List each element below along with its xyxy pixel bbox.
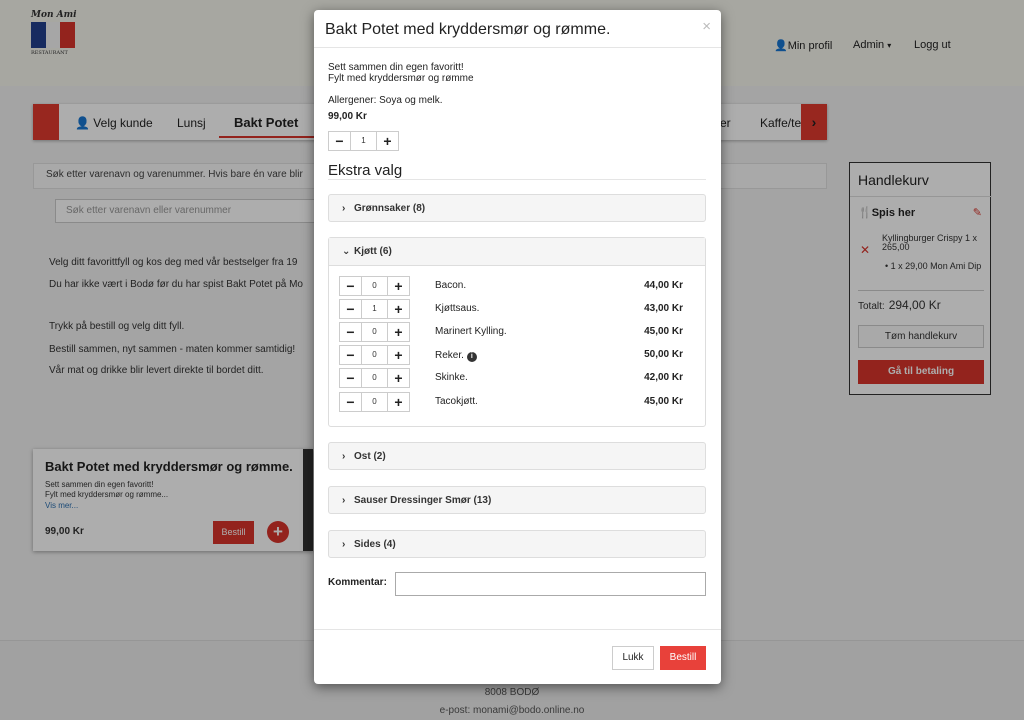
option-stepper: − 0 +	[339, 276, 410, 296]
decrease-button[interactable]: −	[339, 276, 362, 296]
quantity-value[interactable]: 0	[362, 276, 387, 296]
increase-button[interactable]: +	[387, 322, 410, 342]
decrease-button[interactable]: −	[339, 322, 362, 342]
option-row: − 0 + Tacokjøtt. 45,00 Kr	[329, 392, 705, 412]
quantity-value[interactable]: 0	[362, 392, 387, 412]
modal-header: Bakt Potet med kryddersmør og rømme. ×	[314, 10, 721, 48]
allergens-text: Allergener: Soya og melk.	[328, 95, 443, 106]
increase-button[interactable]: +	[387, 299, 410, 319]
extras-title: Ekstra valg	[328, 162, 403, 179]
option-row: − 0 + Bacon. 44,00 Kr	[329, 276, 705, 296]
increase-button[interactable]: +	[387, 345, 410, 365]
order-button[interactable]: Bestill	[660, 646, 706, 670]
group-sides[interactable]: › Sides (4)	[328, 530, 706, 558]
option-name: Skinke.	[435, 372, 468, 383]
chevron-right-icon: ›	[342, 203, 346, 214]
quantity-value[interactable]: 0	[362, 368, 387, 388]
option-row: − 1 + Kjøttsaus. 43,00 Kr	[329, 299, 705, 319]
option-price: 43,00 Kr	[644, 303, 683, 314]
option-row: − 0 + Skinke. 42,00 Kr	[329, 368, 705, 388]
chevron-down-icon: ⌄	[342, 246, 351, 257]
option-price: 44,00 Kr	[644, 280, 683, 291]
option-stepper: − 0 +	[339, 345, 410, 365]
increase-button[interactable]: +	[387, 368, 410, 388]
increase-button[interactable]: +	[376, 131, 399, 151]
chevron-right-icon: ›	[342, 539, 346, 550]
info-icon[interactable]: i	[466, 352, 477, 362]
option-stepper: − 0 +	[339, 368, 410, 388]
option-stepper: − 1 +	[339, 299, 410, 319]
chevron-right-icon: ›	[342, 495, 346, 506]
group-gronnsaker[interactable]: › Grønnsaker (8)	[328, 194, 706, 222]
modal-description-1: Sett sammen din egen favoritt!	[328, 62, 464, 73]
increase-button[interactable]: +	[387, 276, 410, 296]
modal-price: 99,00 Kr	[328, 111, 367, 122]
option-row: − 0 + Marinert Kylling. 45,00 Kr	[329, 322, 705, 342]
modal-footer-divider	[314, 629, 721, 630]
group-kjott-header[interactable]: ⌄ Kjøtt (6)	[329, 238, 705, 266]
decrease-button[interactable]: −	[339, 345, 362, 365]
increase-button[interactable]: +	[387, 392, 410, 412]
quantity-value[interactable]: 0	[362, 345, 387, 365]
group-ost[interactable]: › Ost (2)	[328, 442, 706, 470]
modal-description-2: Fylt med kryddersmør og rømme	[328, 73, 474, 84]
quantity-value[interactable]: 0	[362, 322, 387, 342]
option-name: Tacokjøtt.	[435, 396, 478, 407]
quantity-stepper: − 1 +	[328, 131, 399, 151]
option-name: Bacon.	[435, 280, 467, 291]
group-sauser[interactable]: › Sauser Dressinger Smør (13)	[328, 486, 706, 514]
quantity-value[interactable]: 1	[362, 299, 387, 319]
comment-input[interactable]	[395, 572, 706, 596]
product-options-modal: Bakt Potet med kryddersmør og rømme. × S…	[314, 10, 721, 684]
option-price: 42,00 Kr	[644, 372, 683, 383]
option-name: Reker. i	[435, 350, 477, 362]
modal-title: Bakt Potet med kryddersmør og rømme.	[325, 21, 611, 38]
option-stepper: − 0 +	[339, 322, 410, 342]
decrease-button[interactable]: −	[339, 392, 362, 412]
quantity-value[interactable]: 1	[351, 131, 376, 151]
comment-label: Kommentar:	[328, 577, 387, 588]
close-button[interactable]: Lukk	[612, 646, 654, 670]
decrease-button[interactable]: −	[339, 368, 362, 388]
divider	[328, 179, 706, 180]
option-row: − 0 + Reker. i 50,00 Kr	[329, 345, 705, 365]
group-kjott-expanded: ⌄ Kjøtt (6) − 0 + Bacon. 44,00 Kr − 1 + K…	[328, 237, 706, 427]
option-price: 45,00 Kr	[644, 396, 683, 407]
option-price: 45,00 Kr	[644, 326, 683, 337]
option-name: Marinert Kylling.	[435, 326, 507, 337]
chevron-right-icon: ›	[342, 451, 346, 462]
decrease-button[interactable]: −	[339, 299, 362, 319]
close-icon[interactable]: ×	[702, 18, 711, 35]
option-price: 50,00 Kr	[644, 349, 683, 360]
decrease-button[interactable]: −	[328, 131, 351, 151]
option-stepper: − 0 +	[339, 392, 410, 412]
option-name: Kjøttsaus.	[435, 303, 480, 314]
